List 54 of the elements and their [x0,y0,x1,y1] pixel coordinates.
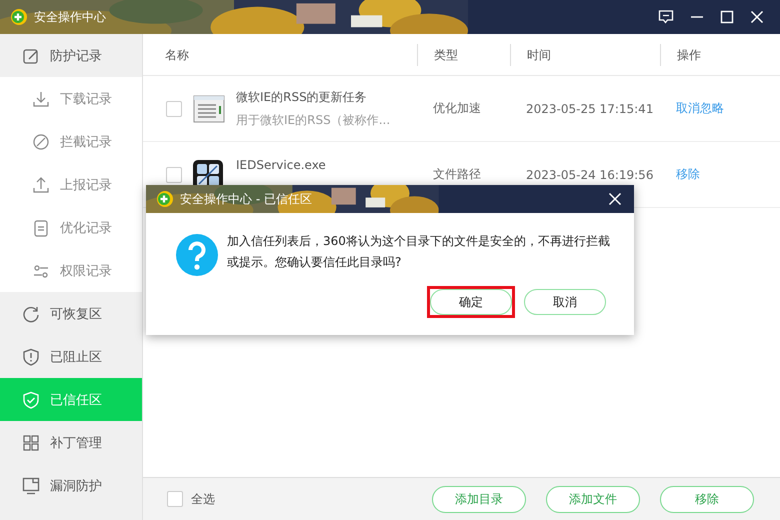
upload-icon [32,176,50,194]
dialog-button[interactable]: 确定 [430,289,512,315]
window-title: 安全操作中心 [34,8,106,26]
dialog-button[interactable]: 取消 [524,289,606,315]
question-icon [175,233,219,277]
table-cell: 2023-05-24 16:19:56 [526,168,654,182]
sidebar-item[interactable]: 优化记录 [0,206,142,249]
logo-icon [156,190,174,208]
close-icon[interactable] [750,10,764,24]
checkbox-label: 全选 [191,490,215,508]
sidebar-item[interactable]: 补丁管理 [0,421,142,464]
sidebar-item[interactable]: 拦截记录 [0,120,142,163]
item-name: 微软IE的RSS的更新任务 [236,88,368,106]
column-header: 名称 [165,46,189,64]
clipboard-icon [32,218,50,236]
logo-icon [10,8,28,26]
column-header: 时间 [527,46,551,64]
footer-button[interactable]: 添加文件 [546,486,640,512]
sidebar-item[interactable]: 权限记录 [0,249,142,292]
shield-icon [22,348,40,366]
maximize-icon[interactable] [720,10,734,24]
window-icon [193,94,225,124]
edit-icon [22,46,40,64]
checkbox[interactable] [167,491,183,507]
action-link[interactable]: 移除 [676,167,700,181]
sidebar-item[interactable]: 漏洞防护 [0,464,142,507]
shield-check-icon [22,390,40,408]
item-detail: 用于微软IE的RSS（被称作... [236,112,390,128]
footer-button[interactable]: 移除 [660,486,754,512]
table-cell: 优化加速 [433,101,481,115]
grid-icon [22,434,40,452]
column-header: 操作 [677,46,701,64]
download-icon [32,90,50,108]
table-cell: 2023-05-25 17:15:41 [526,102,654,116]
column-header: 类型 [434,46,458,64]
sidebar-item[interactable]: 已信任区 [0,378,142,421]
sidebar-item[interactable]: 已阻止区 [0,335,142,378]
dialog-message: 加入信任列表后，360将认为这个目录下的文件是安全的，不再进行拦截或提示。您确认要信任此目录吗? [227,233,611,271]
footer-button[interactable]: 添加目录 [432,486,526,512]
checkbox[interactable] [166,166,182,182]
dialog-title: 安全操作中心 - 已信任区 [180,190,312,208]
refresh-icon [22,304,40,322]
table-cell: 文件路径 [433,167,481,181]
block-icon [32,132,50,150]
sidebar-item[interactable]: 可恢复区 [0,292,142,335]
sidebar-item[interactable]: 下载记录 [0,77,142,120]
monitor-icon [22,476,40,494]
feedback-icon[interactable] [658,9,674,25]
sidebar-item[interactable]: 上报记录 [0,163,142,206]
action-link[interactable]: 取消忽略 [676,101,724,115]
sidebar-item[interactable]: 防护记录 [0,34,142,77]
close-icon[interactable] [608,192,622,206]
checkbox[interactable] [166,100,182,116]
item-name: IEDService.exe [236,158,326,172]
